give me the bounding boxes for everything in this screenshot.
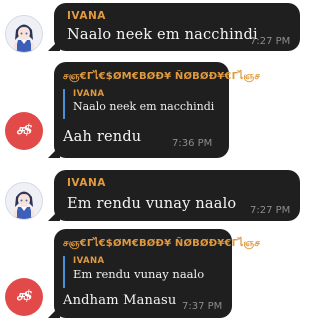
message-time: 7:27 PM [250,36,291,47]
red-logo-icon: ச$ [16,288,33,304]
sender-name[interactable]: IVANA [67,10,106,22]
message-time: 7:27 PM [250,205,291,216]
message-text: Aah rendu [63,129,142,145]
somebody-avatar[interactable]: ச$ [5,278,43,316]
reply-text: Naalo neek em nacchindi [73,100,215,113]
message-text: Naalo neek em nacchindi [67,27,258,43]
sender-name[interactable]: சஞ€Γไ€$ØM€BØÐ¥ ÑØBØÐ¥€Γไஞச [63,236,260,251]
message-time: 7:36 PM [172,138,213,149]
anime-girl-icon [6,16,42,52]
message-text: Em rendu vunay naalo [67,196,237,212]
sender-name[interactable]: IVANA [67,177,106,189]
reply-quote[interactable]: IVANA Em rendu vunay naalo [63,256,223,288]
message-bubble[interactable]: சஞ€Γไ€$ØM€BØÐ¥ ÑØBØÐ¥€Γไஞச IVANA Em rend… [54,229,260,318]
message-bubble[interactable]: IVANA Naalo neek em nacchindi 7:27 PM [54,3,300,51]
sender-name[interactable]: சஞ€Γไ€$ØM€BØÐ¥ ÑØBØÐ¥€Γไஞச [63,69,260,84]
message-time: 7:37 PM [182,301,223,312]
message-bubble[interactable]: சஞ€Γไ€$ØM€BØÐ¥ ÑØBØÐ¥€Γไஞச IVANA Naalo n… [54,62,260,158]
reply-sender: IVANA [73,256,105,266]
somebody-avatar[interactable]: ச$ [5,112,43,150]
reply-quote[interactable]: IVANA Naalo neek em nacchindi [63,89,221,119]
anime-girl-icon [6,183,42,219]
red-logo-icon: ச$ [16,122,33,138]
ivana-avatar[interactable] [5,182,43,220]
message-bubble[interactable]: IVANA Em rendu vunay naalo 7:27 PM [54,170,300,221]
message-text: Andham Manasu [63,293,177,308]
ivana-avatar[interactable] [5,15,43,53]
reply-text: Em rendu vunay naalo [73,267,205,281]
reply-sender: IVANA [73,89,105,99]
